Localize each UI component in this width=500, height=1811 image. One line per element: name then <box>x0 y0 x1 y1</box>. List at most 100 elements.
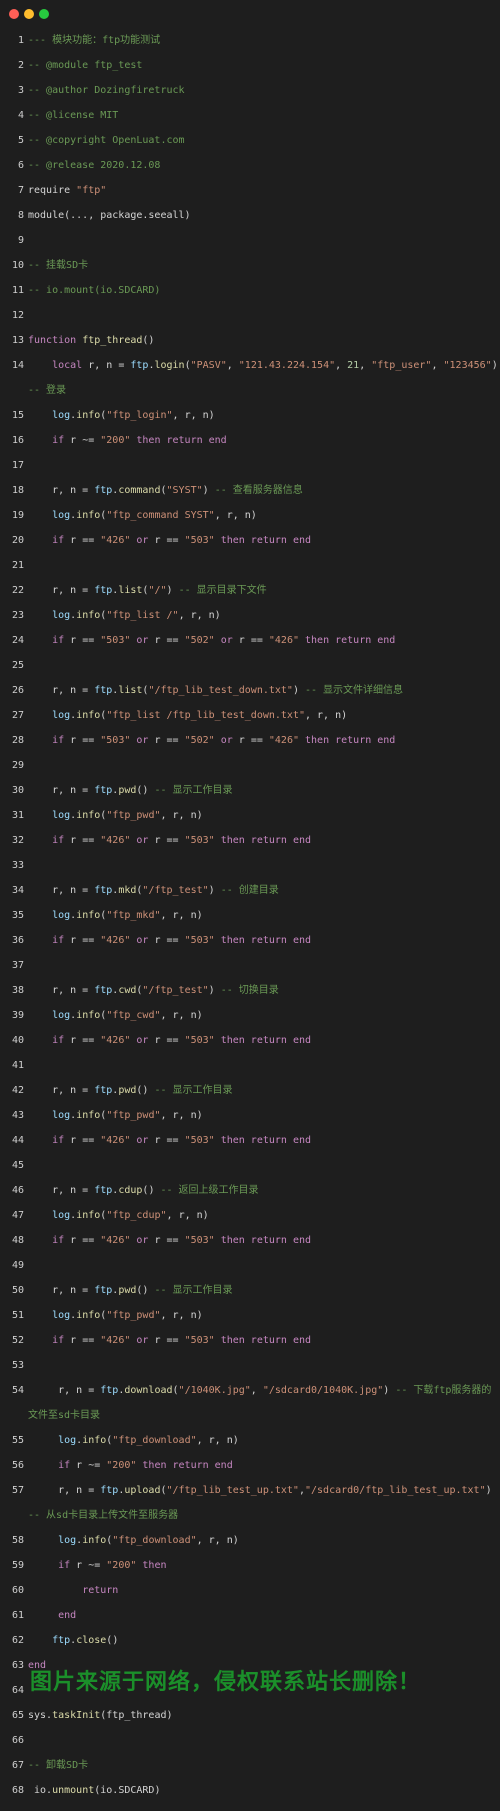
code-line[interactable]: 5 -- @copyright OpenLuat.com <box>0 128 500 153</box>
code-line[interactable]: 44 if r == "426" or r == "503" then retu… <box>0 1128 500 1153</box>
line-number: 20 <box>11 535 24 546</box>
code-line[interactable]: 27 log.info("ftp_list /ftp_lib_test_down… <box>0 703 500 728</box>
code-line[interactable]: 13 function ftp_thread() <box>0 328 500 353</box>
code-token: -- 卸载SD卡 <box>28 1760 89 1771</box>
code-line[interactable]: 31 log.info("ftp_pwd", r, n) <box>0 803 500 828</box>
code-token: -- @license MIT <box>28 110 119 121</box>
code-line[interactable]: 35 log.info("ftp_mkd", r, n) <box>0 903 500 928</box>
code-line[interactable]: 23 log.info("ftp_list /", r, n) <box>0 603 500 628</box>
code-line[interactable]: 39 log.info("ftp_cwd", r, n) <box>0 1003 500 1028</box>
code-token: (ftp_thread) <box>100 1710 173 1721</box>
code-token: , r, n) <box>160 910 203 921</box>
code-line[interactable]: 57 r, n = ftp.upload("/ftp_lib_test_up.t… <box>0 1478 500 1528</box>
code-line[interactable]: 26 r, n = ftp.list("/ftp_lib_test_down.t… <box>0 678 500 703</box>
code-line[interactable]: 37 <box>0 953 500 978</box>
code-line[interactable]: 4 -- @license MIT <box>0 103 500 128</box>
code-line[interactable]: 2 -- @module ftp_test <box>0 53 500 78</box>
code-line[interactable]: 42 r, n = ftp.pwd() -- 显示工作目录 <box>0 1078 500 1103</box>
code-line[interactable]: 25 <box>0 653 500 678</box>
code-line[interactable]: 17 <box>0 453 500 478</box>
code-line[interactable]: 28 if r == "503" or r == "502" or r == "… <box>0 728 500 753</box>
code-line[interactable]: 9 <box>0 228 500 253</box>
code-line[interactable]: 1 --- 模块功能：ftp功能测试 <box>0 28 500 53</box>
code-line[interactable]: 3 -- @author Dozingfiretruck <box>0 78 500 103</box>
code-line[interactable]: 43 log.info("ftp_pwd", r, n) <box>0 1103 500 1128</box>
code-token: cdup <box>118 1185 143 1196</box>
line-content: r, n = ftp.cdup() -- 返回上级工作目录 <box>28 1178 258 1203</box>
code-token: module(..., package.seeall) <box>28 210 191 221</box>
line-number: 5 <box>17 135 24 146</box>
code-line[interactable]: 58 log.info("ftp_download", r, n) <box>0 1528 500 1553</box>
code-line[interactable]: 46 r, n = ftp.cdup() -- 返回上级工作目录 <box>0 1178 500 1203</box>
line-number: 3 <box>17 85 24 96</box>
code-line[interactable]: 54 r, n = ftp.download("/1040K.jpg", "/s… <box>0 1378 500 1428</box>
code-line[interactable]: 7 require "ftp" <box>0 178 500 203</box>
line-wrap-content: -- 从sd卡目录上传文件至服务器 <box>28 1503 178 1528</box>
line-number: 58 <box>11 1535 24 1546</box>
code-line[interactable]: 33 <box>0 853 500 878</box>
code-token: , r, n) <box>178 610 221 621</box>
code-line[interactable]: 15 log.info("ftp_login", r, n) <box>0 403 500 428</box>
code-token: info <box>76 1210 101 1221</box>
code-token: r == <box>154 1135 185 1146</box>
code-token: r == <box>154 735 185 746</box>
code-line[interactable]: 30 r, n = ftp.pwd() -- 显示工作目录 <box>0 778 500 803</box>
code-token: "503" <box>184 835 215 846</box>
line-number: 53 <box>11 1360 24 1371</box>
code-line[interactable]: 14 local r, n = ftp.login("PASV", "121.4… <box>0 353 500 403</box>
code-line[interactable]: 22 r, n = ftp.list("/") -- 显示目录下文件 <box>0 578 500 603</box>
code-line[interactable]: 61 end <box>0 1603 500 1628</box>
code-line[interactable]: 62 ftp.close() <box>0 1628 500 1653</box>
code-line[interactable]: 38 r, n = ftp.cwd("/ftp_test") -- 切换目录 <box>0 978 500 1003</box>
line-number: 28 <box>11 735 24 746</box>
code-token: r, n = <box>28 1285 95 1296</box>
code-token: or <box>130 1235 155 1246</box>
code-token: "ftp_list /ftp_lib_test_down.txt" <box>106 710 305 721</box>
code-line[interactable]: 12 <box>0 303 500 328</box>
code-line[interactable]: 32 if r == "426" or r == "503" then retu… <box>0 828 500 853</box>
code-line[interactable]: 65 sys.taskInit(ftp_thread) <box>0 1703 500 1728</box>
code-token: then <box>136 1560 167 1571</box>
code-line[interactable]: 19 log.info("ftp_command SYST", r, n) <box>0 503 500 528</box>
code-line[interactable]: 66 <box>0 1728 500 1753</box>
code-line[interactable]: 24 if r == "503" or r == "502" or r == "… <box>0 628 500 653</box>
code-line[interactable]: 21 <box>0 553 500 578</box>
code-token: "502" <box>184 735 215 746</box>
code-line[interactable]: 45 <box>0 1153 500 1178</box>
code-line[interactable]: 47 log.info("ftp_cdup", r, n) <box>0 1203 500 1228</box>
code-token: "ftp_pwd" <box>106 1110 161 1121</box>
code-line[interactable]: 52 if r == "426" or r == "503" then retu… <box>0 1328 500 1353</box>
code-line[interactable]: 20 if r == "426" or r == "503" then retu… <box>0 528 500 553</box>
code-line[interactable]: 36 if r == "426" or r == "503" then retu… <box>0 928 500 953</box>
code-line[interactable]: 59 if r ~= "200" then <box>0 1553 500 1578</box>
code-editor[interactable]: 1 --- 模块功能：ftp功能测试 2 -- @module ftp_test 3 --… <box>0 0 500 1811</box>
code-line[interactable]: 49 <box>0 1253 500 1278</box>
code-line[interactable]: 60 return <box>0 1578 500 1603</box>
code-line[interactable]: 51 log.info("ftp_pwd", r, n) <box>0 1303 500 1328</box>
code-token: "ftp_download" <box>112 1435 197 1446</box>
code-line[interactable]: 16 if r ~= "200" then return end <box>0 428 500 453</box>
code-line[interactable]: 40 if r == "426" or r == "503" then retu… <box>0 1028 500 1053</box>
code-token: ftp <box>94 1185 113 1196</box>
line-number: 32 <box>11 835 24 846</box>
code-line[interactable]: 50 r, n = ftp.pwd() -- 显示工作目录 <box>0 1278 500 1303</box>
code-line[interactable]: 68 io.unmount(io.SDCARD) <box>0 1778 500 1803</box>
line-number: 64 <box>11 1685 24 1696</box>
code-line[interactable]: 10 -- 挂载SD卡 <box>0 253 500 278</box>
code-line[interactable]: 18 r, n = ftp.command("SYST") -- 查看服务器信息 <box>0 478 500 503</box>
code-line[interactable]: 6 -- @release 2020.12.08 <box>0 153 500 178</box>
code-line[interactable]: 41 <box>0 1053 500 1078</box>
code-line[interactable]: 53 <box>0 1353 500 1378</box>
code-line[interactable]: 56 if r ~= "200" then return end <box>0 1453 500 1478</box>
code-line[interactable]: 67 -- 卸载SD卡 <box>0 1753 500 1778</box>
code-line[interactable]: 29 <box>0 753 500 778</box>
code-line[interactable]: 8 module(..., package.seeall) <box>0 203 500 228</box>
code-line[interactable]: 55 log.info("ftp_download", r, n) <box>0 1428 500 1453</box>
code-token: , <box>431 360 444 371</box>
line-number: 10 <box>11 260 24 271</box>
code-line[interactable]: 48 if r == "426" or r == "503" then retu… <box>0 1228 500 1253</box>
code-line[interactable]: 34 r, n = ftp.mkd("/ftp_test") -- 创建目录 <box>0 878 500 903</box>
code-line[interactable]: 11 -- io.mount(io.SDCARD) <box>0 278 500 303</box>
